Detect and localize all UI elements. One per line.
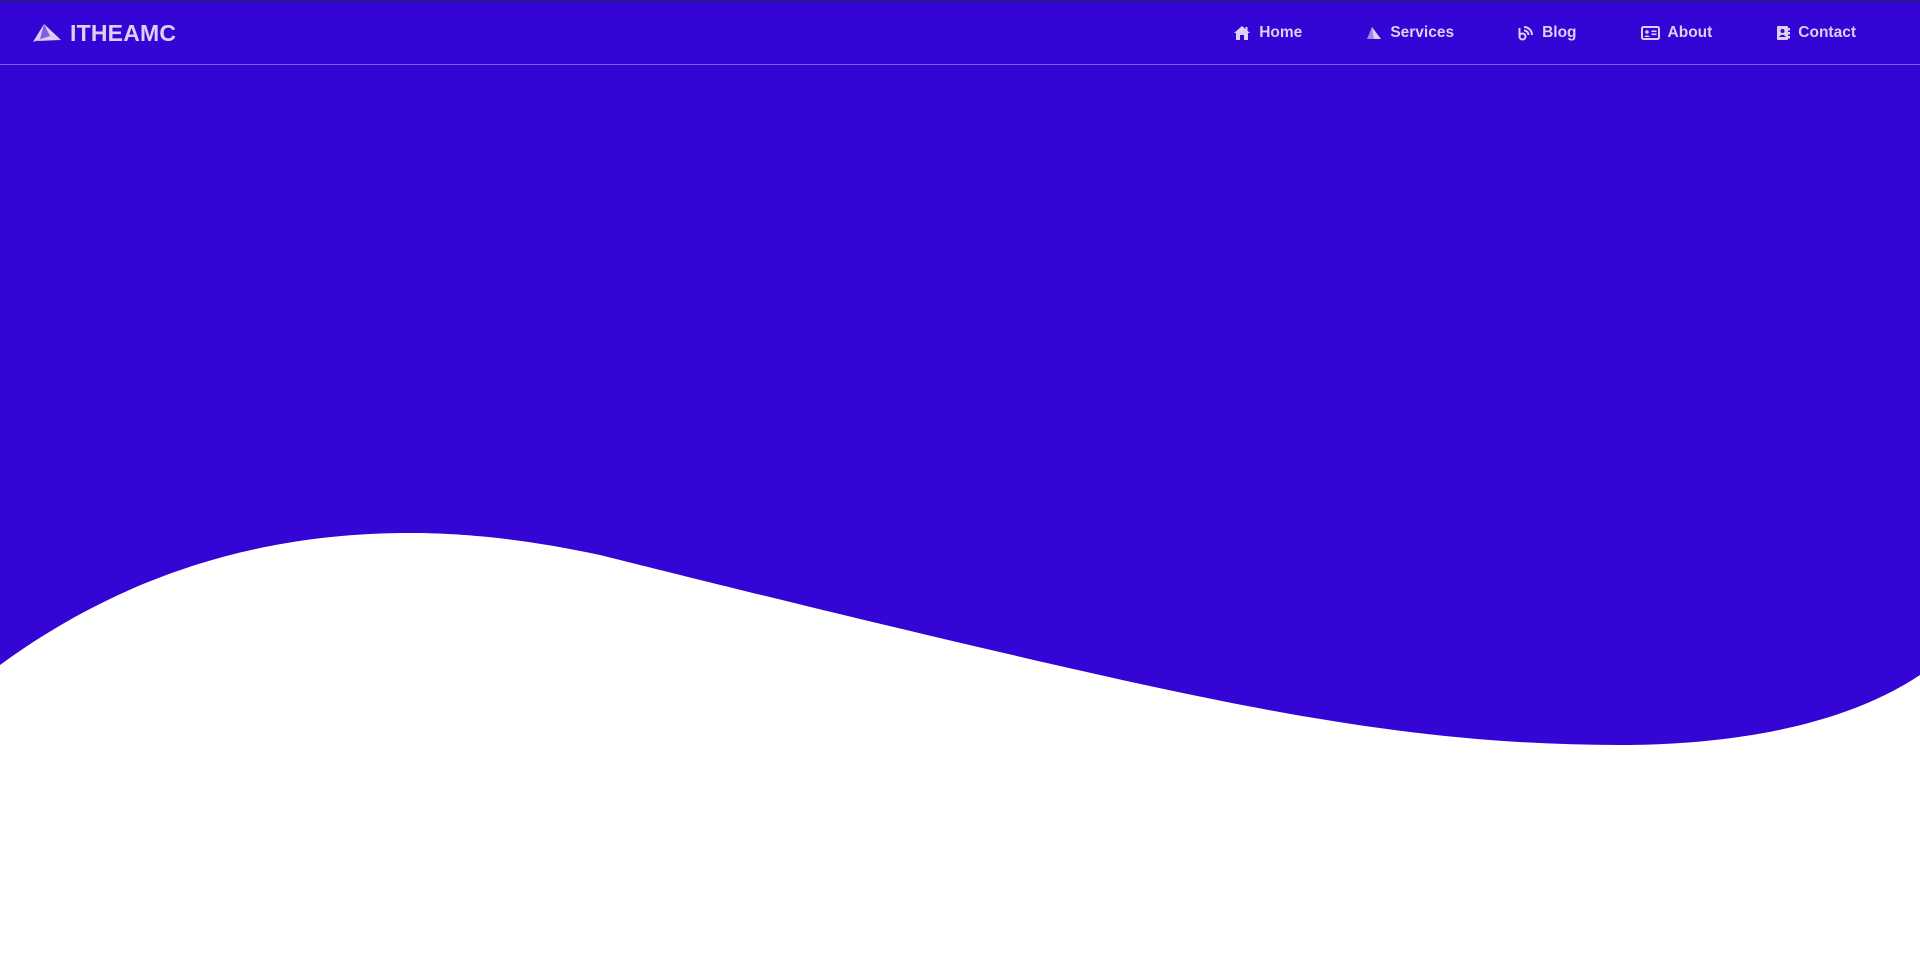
nav-menu: Home Services Blog About Contact [1233,24,1856,42]
nav-item-label: Contact [1798,24,1856,41]
hero-wave-shape [0,0,1920,745]
nav-item-home[interactable]: Home [1233,24,1302,42]
id-card-icon [1640,26,1660,40]
page: ITHEAMC Home Services Blog About Contact [0,0,1920,970]
send-icon [1366,26,1382,40]
nav-item-label: Blog [1542,24,1577,41]
nav-item-about[interactable]: About [1640,24,1713,42]
nav-item-blog[interactable]: Blog [1518,24,1577,42]
nav-item-contact[interactable]: Contact [1776,24,1856,42]
hero-wave-background [0,0,1920,745]
blog-icon [1518,25,1534,41]
nav-item-label: Services [1390,24,1455,41]
nav-item-label: Home [1259,24,1303,41]
address-book-icon [1776,25,1791,41]
home-icon [1233,25,1251,41]
brand-name: ITHEAMC [70,19,177,46]
nav-item-services[interactable]: Services [1366,24,1454,42]
paper-plane-icon [32,22,62,44]
top-navbar: ITHEAMC Home Services Blog About Contact [0,0,1920,65]
nav-item-label: About [1667,24,1713,41]
brand-logo-link[interactable]: ITHEAMC [32,20,176,47]
